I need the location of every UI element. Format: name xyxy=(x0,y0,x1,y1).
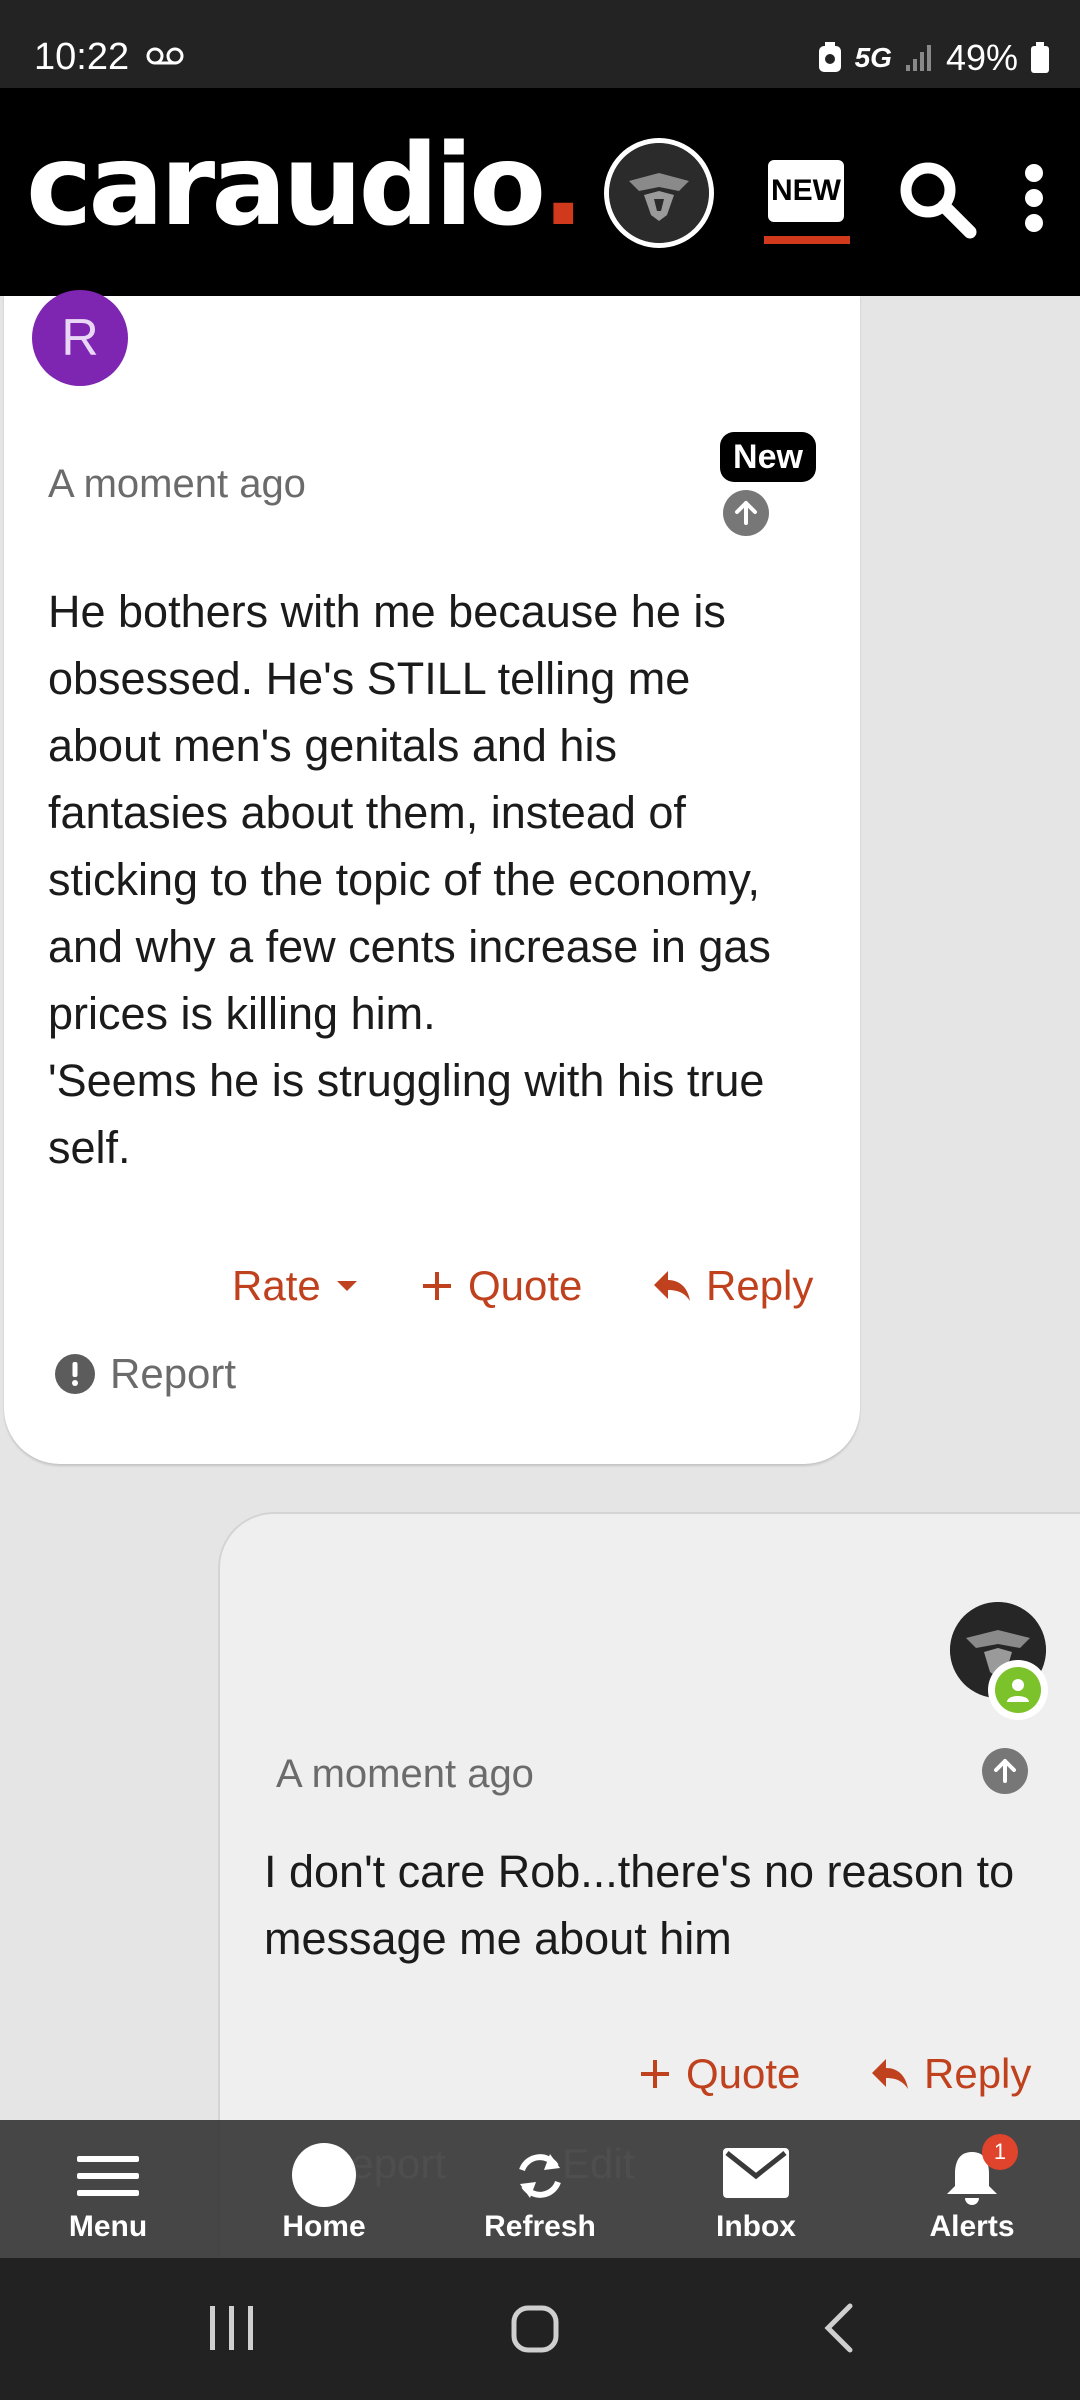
new-posts-button[interactable]: NEW xyxy=(764,160,850,244)
avatar-emblem-icon xyxy=(609,143,709,243)
signal-icon xyxy=(905,45,931,71)
scroll-up-button[interactable] xyxy=(982,1748,1028,1794)
nav-home[interactable]: Home xyxy=(216,2120,432,2258)
home-icon xyxy=(292,2143,356,2207)
status-bar: 10:22 5G 49% xyxy=(0,0,1080,88)
reply-button[interactable]: Reply xyxy=(870,2050,1031,2098)
quote-button[interactable]: Quote xyxy=(420,1262,582,1310)
message-line: obsessed. He's STILL telling me xyxy=(48,653,691,704)
system-nav-bar xyxy=(0,2258,1080,2400)
kebab-dot xyxy=(1025,214,1043,232)
message-line: prices is killing him. xyxy=(48,988,436,1039)
nav-label: Menu xyxy=(68,2210,148,2243)
nav-label: Home xyxy=(282,2210,366,2243)
nav-inbox[interactable]: Inbox xyxy=(648,2120,864,2258)
new-badge: New xyxy=(720,432,816,482)
nav-alerts[interactable]: Alerts 1 xyxy=(864,2120,1080,2258)
battery-percent: 49% xyxy=(945,37,1018,78)
network-type: 5G xyxy=(854,42,892,73)
message-body: He bothers with me because he is obsesse… xyxy=(48,578,848,1181)
bottom-nav: Report Edit Menu Home Refresh Inbox Aler… xyxy=(0,2120,1080,2258)
report-label: Report xyxy=(110,1350,237,1397)
refresh-icon xyxy=(519,2154,561,2198)
alerts-badge: 1 xyxy=(982,2134,1018,2170)
message-line: message me about him xyxy=(264,1913,732,1964)
battery-icon xyxy=(1031,42,1049,73)
message-line: He bothers with me because he is xyxy=(48,586,726,637)
message-time: A moment ago xyxy=(48,462,306,506)
kebab-dot xyxy=(1025,164,1043,182)
nav-refresh[interactable]: Refresh xyxy=(432,2120,648,2258)
nav-label: Refresh xyxy=(484,2210,596,2243)
rate-label: Rate xyxy=(232,1262,321,1309)
status-time: 10:22 xyxy=(34,36,130,78)
message-line: self. xyxy=(48,1122,131,1173)
scroll-up-button[interactable] xyxy=(723,490,769,536)
message-line: I don't care Rob...there's no reason to xyxy=(264,1846,1015,1897)
user-avatar[interactable] xyxy=(604,138,714,248)
search-button[interactable] xyxy=(894,156,980,242)
alert-icon xyxy=(55,1354,95,1394)
message-line: about men's genitals and his xyxy=(48,720,617,771)
battery-saver-icon xyxy=(818,42,841,72)
nav-label: Alerts xyxy=(929,2210,1015,2243)
message-line: fantasies about them, instead of xyxy=(48,787,686,838)
reply-icon xyxy=(654,1271,690,1301)
nav-menu[interactable]: Menu xyxy=(0,2120,216,2258)
back-icon[interactable] xyxy=(820,2302,856,2354)
more-options-button[interactable] xyxy=(1012,158,1056,238)
kebab-dot xyxy=(1025,189,1043,207)
new-label: NEW xyxy=(768,160,844,222)
voicemail-icon xyxy=(146,47,184,65)
menu-icon xyxy=(77,2156,139,2196)
recent-apps-icon[interactable] xyxy=(206,2304,258,2352)
reply-icon xyxy=(872,2059,908,2089)
quote-label: Quote xyxy=(468,1262,583,1309)
plus-icon xyxy=(641,2060,669,2088)
nav-label: Inbox xyxy=(716,2210,796,2243)
plus-icon xyxy=(423,1272,451,1300)
user-icon xyxy=(1007,1679,1029,1702)
online-status-icon xyxy=(988,1660,1048,1720)
message-body: I don't care Rob...there's no reason to … xyxy=(264,1838,1064,1972)
home-system-icon[interactable] xyxy=(510,2304,560,2354)
reply-button[interactable]: Reply xyxy=(652,1262,813,1310)
caret-down-icon xyxy=(336,1281,357,1291)
rate-button[interactable]: Rate xyxy=(232,1262,359,1310)
mail-icon xyxy=(723,2148,789,2198)
message-line: sticking to the topic of the economy, xyxy=(48,854,761,905)
arrow-up-icon xyxy=(994,1759,1016,1783)
poster-avatar[interactable]: R xyxy=(32,290,128,386)
search-icon xyxy=(900,162,977,239)
reply-label: Reply xyxy=(924,2050,1032,2097)
quote-label: Quote xyxy=(686,2050,801,2097)
reply-label: Reply xyxy=(706,1262,814,1309)
message-line: and why a few cents increase in gas xyxy=(48,921,771,972)
message-line: 'Seems he is struggling with his true xyxy=(48,1055,765,1106)
site-logo[interactable]: caraudio. xyxy=(26,130,585,242)
arrow-up-icon xyxy=(735,501,757,525)
report-button[interactable]: Report xyxy=(54,1350,236,1398)
site-header: caraudio. NEW xyxy=(0,88,1080,296)
active-indicator xyxy=(764,236,850,244)
quote-button[interactable]: Quote xyxy=(638,2050,800,2098)
message-time: A moment ago xyxy=(276,1752,534,1796)
